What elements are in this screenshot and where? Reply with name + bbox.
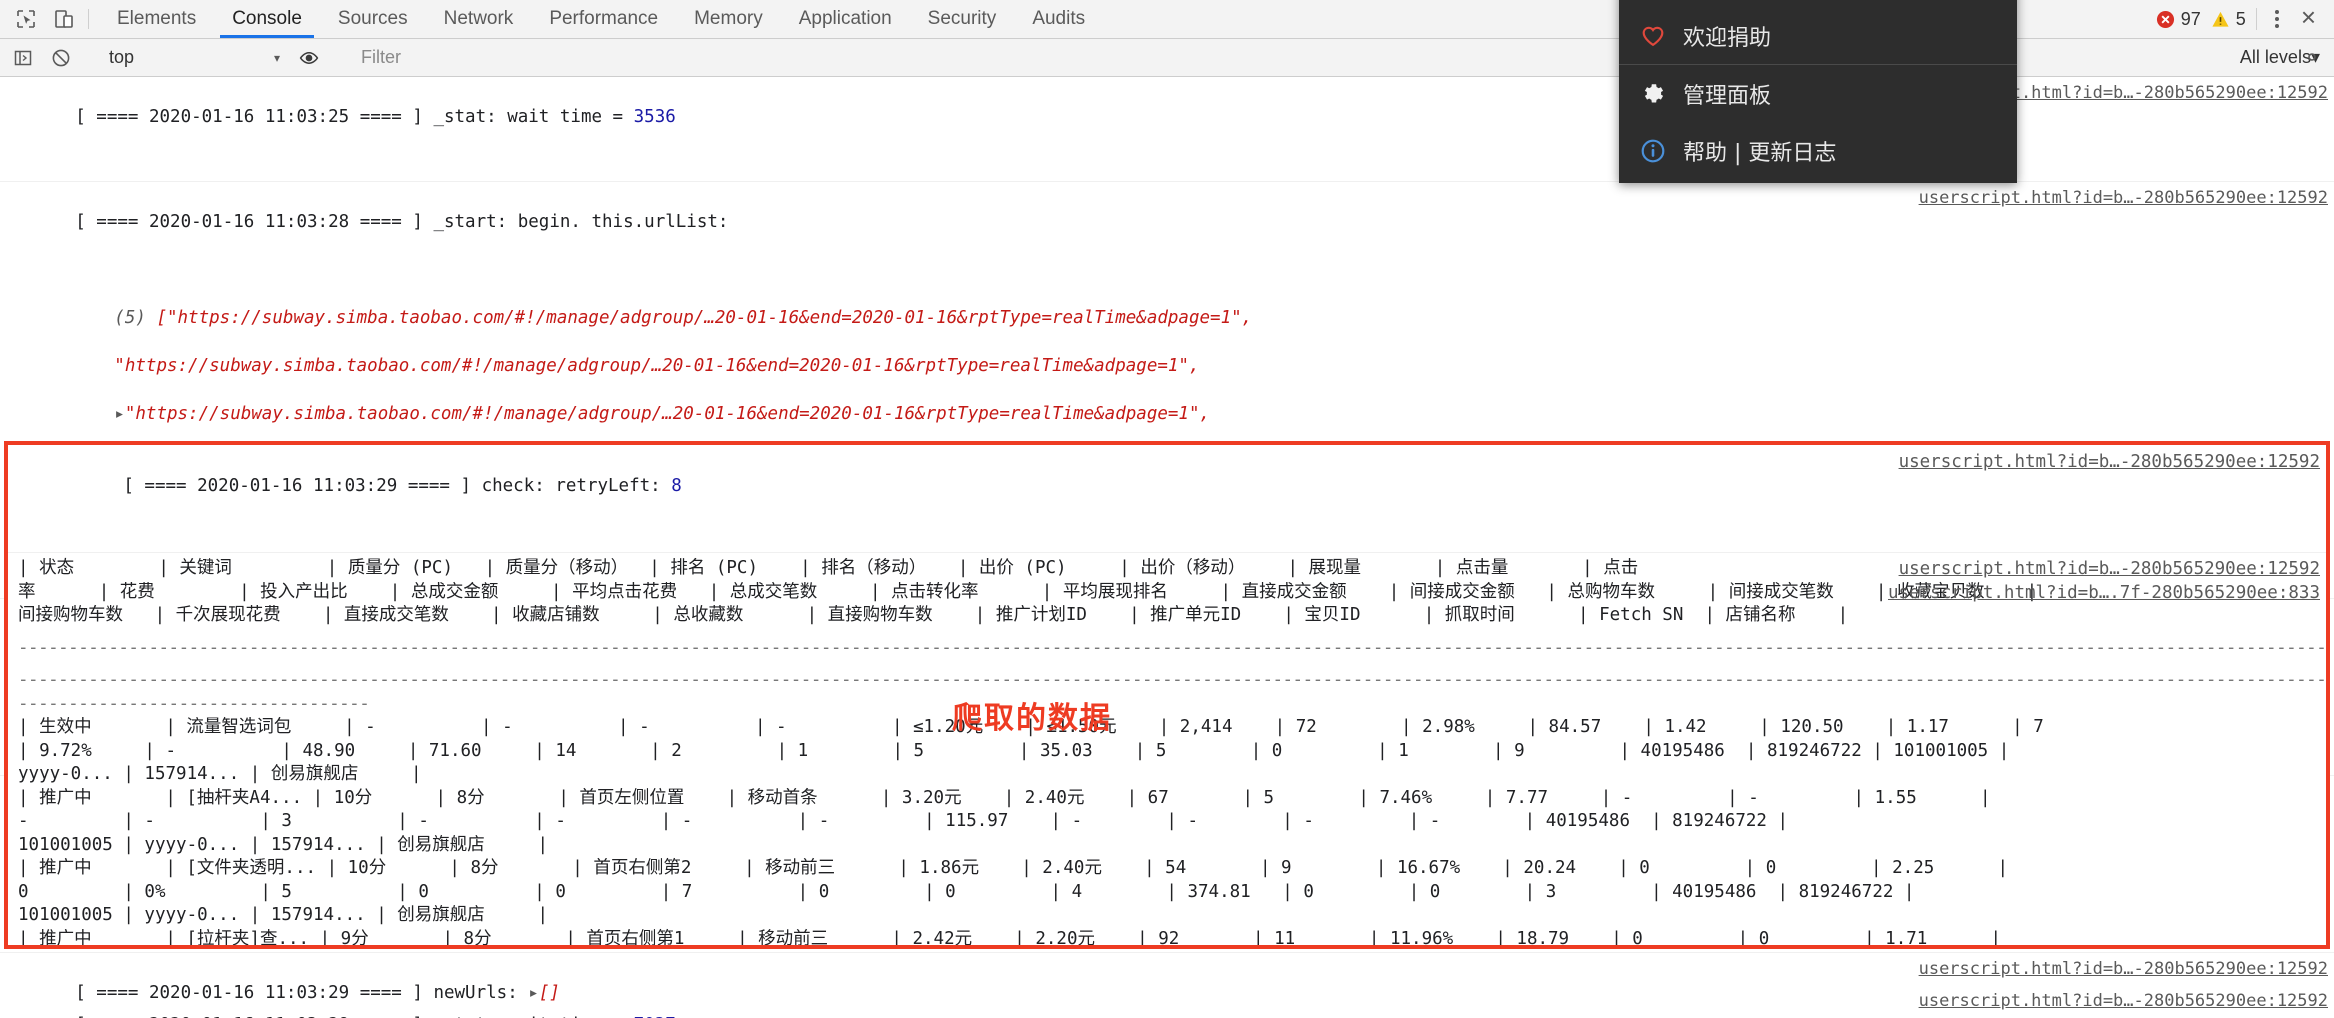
- tab-console[interactable]: Console: [214, 0, 320, 38]
- warning-count-badge[interactable]: 5: [2211, 9, 2246, 30]
- toolbar-right-group: 97 5 ×: [2156, 0, 2334, 38]
- tab-memory[interactable]: Memory: [676, 0, 781, 38]
- heart-icon: [1639, 22, 1667, 50]
- warning-icon: [2212, 11, 2229, 27]
- table-separator: ----------------------------------------…: [18, 670, 2330, 690]
- table-separator: -----------------------------------: [18, 693, 370, 714]
- console-message: [ ==== 2020-01-16 11:03:29 ==== ] _stat:…: [0, 985, 2334, 1018]
- tab-elements[interactable]: Elements: [99, 0, 214, 38]
- toolbar-divider-2: [2255, 8, 2257, 30]
- console-message-check: [ ==== 2020-01-16 11:03:29 ==== ] check:…: [8, 445, 2326, 553]
- source-link[interactable]: userscript.html?id=b…-280b565290ee:12592: [1919, 989, 2328, 1013]
- tab-label: Security: [927, 8, 997, 29]
- menu-item-label: 欢迎捐助: [1683, 25, 1772, 51]
- tab-application[interactable]: Application: [781, 0, 910, 38]
- log-text: [ ==== 2020-01-16 11:03:29 ==== ] check:…: [123, 476, 672, 496]
- tab-label: Network: [443, 8, 514, 29]
- highlight-inner: [ ==== 2020-01-16 11:03:29 ==== ] check:…: [8, 445, 2330, 949]
- tab-label: Performance: [549, 8, 659, 29]
- url-string: "https://subway.simba.taobao.com/#!/mana…: [114, 356, 1200, 376]
- table-row-line: 101001005 | yyyy-0... | 157914... | 创易旗舰…: [18, 834, 549, 855]
- url-string: ["https://subway.simba.taobao.com/#!/man…: [156, 308, 1253, 328]
- crawled-data-annotation: 爬取的数据: [952, 701, 1112, 736]
- tab-network[interactable]: Network: [426, 0, 532, 38]
- console-message-list[interactable]: [ ==== 2020-01-16 11:03:25 ==== ] _stat:…: [0, 77, 2334, 1018]
- table-row-line: yyyy-0... | 157914... | 创易旗舰店 |: [18, 764, 422, 784]
- error-count: 97: [2180, 8, 2201, 29]
- table-row-line: | 9.72% | - | 48.90 | 71.60 | 14 | 2 | 1…: [18, 740, 2010, 761]
- table-row-line: | 推广中 | [拉杆夹]查... | 9分 | 8分 | 首页右侧第1 | 移…: [18, 928, 2002, 949]
- tab-security[interactable]: Security: [910, 0, 1015, 38]
- table-row-line: 101001005 | yyyy-0... | 157914... | 创易旗舰…: [18, 905, 549, 925]
- menu-item-dashboard[interactable]: 管理面板: [1619, 65, 2017, 122]
- tab-sources[interactable]: Sources: [320, 0, 426, 38]
- close-icon[interactable]: ×: [2297, 4, 2324, 34]
- panel-tabs: Elements Console Sources Network Perform…: [99, 0, 1103, 38]
- table-row: | 推广中 | [文件夹透明... | 10分 | 8分 | 首页右侧第2 | …: [8, 857, 2326, 928]
- tab-label: Console: [232, 8, 302, 29]
- table-row-line: | 生效中 | 流量智选词包 | - | - | - | - | ≤1.20元 …: [18, 717, 2044, 737]
- log-text: [ ==== 2020-01-16 11:03:28 ==== ] _start…: [75, 212, 729, 232]
- expand-triangle-icon[interactable]: ▸: [114, 404, 125, 424]
- menu-item-label: 管理面板: [1683, 83, 1772, 109]
- tab-label: Elements: [117, 8, 197, 29]
- source-link[interactable]: userscript.html?id=b…-280b565290ee:12592: [1919, 186, 2328, 210]
- source-link[interactable]: userscript.html?id=b….7f-280b565290ee:83…: [1888, 581, 2320, 605]
- log-number: 3536: [633, 107, 676, 127]
- menu-clipped-top-item[interactable]: [1619, 0, 2017, 7]
- highlighted-data-region: [ ==== 2020-01-16 11:03:29 ==== ] check:…: [4, 441, 2330, 949]
- table-row-line: - | - | 3 | - | - | - | - | 115.97 | - |…: [18, 811, 1789, 831]
- url-string: "https://subway.simba.taobao.com/#!/mana…: [124, 404, 1211, 424]
- menu-item-help-changelog[interactable]: 帮助 | 更新日志: [1619, 122, 2017, 179]
- log-text: [ ==== 2020-01-16 11:03:25 ==== ] _stat:…: [75, 107, 634, 127]
- source-link[interactable]: userscript.html?id=b…-280b565290ee:12592: [1899, 557, 2320, 581]
- devtools-window: Elements Console Sources Network Perform…: [0, 0, 2334, 1018]
- tab-label: Application: [798, 8, 892, 29]
- chevron-down-icon: ▾: [273, 50, 280, 65]
- table-row-line: | 推广中 | [抽杆夹A4... | 10分 | 8分 | 首页左侧位置 | …: [18, 787, 1991, 808]
- more-options-icon[interactable]: [2267, 6, 2287, 32]
- menu-item-donate[interactable]: 欢迎捐助: [1619, 7, 2017, 64]
- console-settings-icon[interactable]: [2300, 45, 2324, 74]
- array-count: (5): [114, 308, 146, 328]
- tab-label: Memory: [694, 8, 763, 29]
- execution-context-selector[interactable]: top ▾: [103, 47, 288, 68]
- table-separator: ----------------------------------------…: [18, 637, 2330, 658]
- error-count-badge[interactable]: 97: [2156, 9, 2201, 30]
- gear-icon: [1639, 80, 1667, 108]
- userscript-manager-menu[interactable]: 欢迎捐助 管理面板 帮助 | 更新日志: [1619, 0, 2017, 183]
- error-icon: [2156, 10, 2174, 28]
- log-number: 8: [671, 476, 682, 496]
- inspect-element-icon[interactable]: [14, 7, 38, 31]
- clear-console-icon[interactable]: [46, 43, 76, 73]
- table-row: | 推广中 | [拉杆夹]查... | 9分 | 8分 | 首页右侧第1 | 移…: [8, 928, 2326, 949]
- tab-label: Sources: [337, 8, 408, 29]
- console-sidebar-toggle-icon[interactable]: [8, 43, 38, 73]
- table-header-line: 间接购物车数 | 千次展现花费 | 直接成交笔数 | 收藏店铺数 | 总收藏数 …: [18, 605, 1849, 625]
- toolbar-divider: [88, 9, 89, 29]
- source-link[interactable]: userscript.html?id=b…-280b565290ee:12592: [1919, 957, 2328, 981]
- menu-item-label: 帮助 | 更新日志: [1683, 140, 1837, 166]
- warning-count: 5: [2235, 8, 2246, 29]
- device-toolbar-icon[interactable]: [52, 7, 76, 31]
- table-row: | 推广中 | [抽杆夹A4... | 10分 | 8分 | 首页左侧位置 | …: [8, 787, 2326, 858]
- table-header-block: | 状态 | 关键词 | 质量分 (PC) | 质量分（移动） | 排名 (PC…: [8, 553, 2326, 628]
- live-expression-icon[interactable]: [294, 43, 324, 73]
- tab-audits[interactable]: Audits: [1014, 0, 1103, 38]
- toolbar-left-icons: [0, 0, 82, 38]
- info-icon: [1639, 137, 1667, 165]
- table-row: | 生效中 | 流量智选词包 | - | - | - | - | ≤1.20元 …: [8, 716, 2326, 787]
- table-row-line: 0 | 0% | 5 | 0 | 0 | 7 | 0 | 0 | 4 | 374…: [18, 881, 1915, 902]
- execution-context-label: top: [109, 47, 135, 67]
- tab-label: Audits: [1032, 8, 1086, 29]
- tab-performance[interactable]: Performance: [531, 0, 676, 38]
- table-row-line: | 推广中 | [文件夹透明... | 10分 | 8分 | 首页右侧第2 | …: [18, 858, 2009, 878]
- source-link[interactable]: userscript.html?id=b…-280b565290ee:12592: [1899, 450, 2320, 474]
